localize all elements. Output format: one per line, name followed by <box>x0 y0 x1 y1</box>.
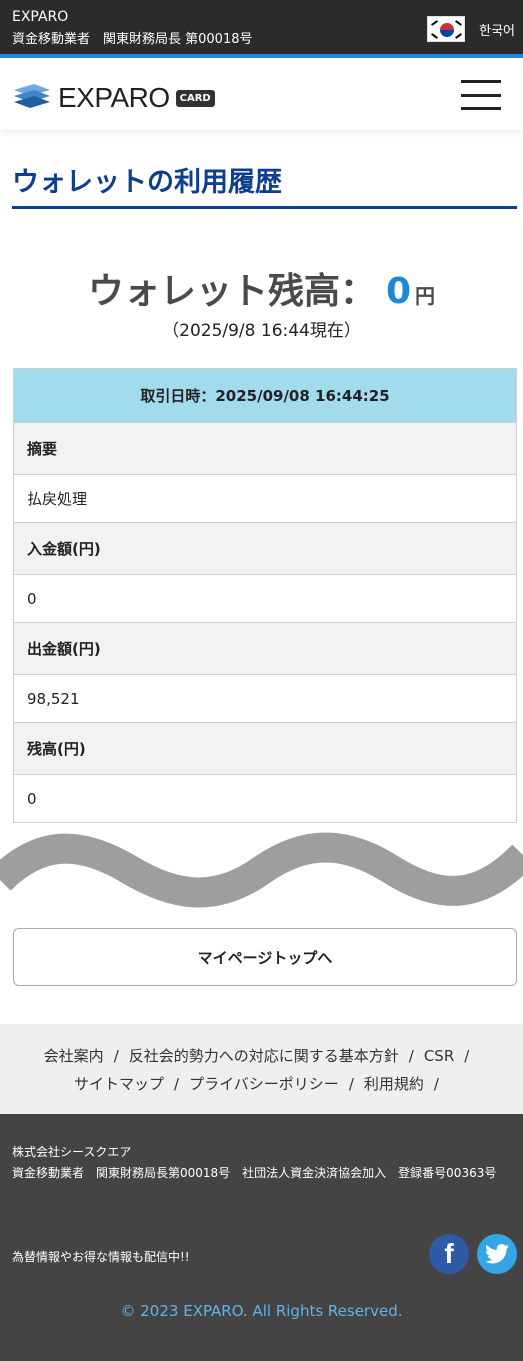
logo-stripes-icon <box>14 84 50 108</box>
facebook-icon[interactable]: f <box>429 1234 469 1274</box>
history-label-withdrawal: 出金額(円) <box>14 623 516 675</box>
logo-text: EXPARO <box>58 82 170 113</box>
footer-link-company[interactable]: 会社案内 <box>44 1047 104 1065</box>
footer-links: 会社案内 / 反社会的勢力への対応に関する基本方針 / CSR / サイトマップ / プライバ… <box>0 1024 523 1114</box>
footer-link-terms[interactable]: 利用規約 <box>364 1075 424 1093</box>
topbar-registration: 資金移動業者 関東財務局長 第00018号 <box>12 32 253 47</box>
language-label[interactable]: 한국어 <box>479 20 515 39</box>
top-bar: EXPARO 資金移動業者 関東財務局長 第00018号 한국어 <box>0 0 523 58</box>
page-title: ウォレットの利用履歴 <box>12 167 282 198</box>
footer-link-antisocial-policy[interactable]: 反社会的勢力への対応に関する基本方針 <box>129 1047 399 1065</box>
twitter-icon[interactable] <box>477 1234 517 1274</box>
mypage-top-button[interactable]: マイページトップへ <box>13 928 517 986</box>
balance-unit: 円 <box>415 284 436 308</box>
history-label-deposit: 入金額(円) <box>14 523 516 575</box>
language-switcher[interactable]: 한국어 <box>427 16 515 42</box>
company-info: 株式会社シースクエア 資金移動業者 関東財務局長第00018号 社団法人資金決済… <box>12 1142 517 1184</box>
footer-link-csr[interactable]: CSR <box>424 1047 454 1065</box>
site-header: EXPARO CARD <box>0 62 523 130</box>
hamburger-menu-icon[interactable] <box>461 80 501 110</box>
company-registration: 資金移動業者 関東財務局長第00018号 社団法人資金決済協会加入 登録番号00… <box>12 1166 497 1180</box>
balance-label: ウォレット残高： <box>87 271 376 312</box>
history-value-summary: 払戻処理 <box>14 475 516 523</box>
footer-link-privacy[interactable]: プライバシーポリシー <box>189 1075 339 1093</box>
history-value-balance: 0 <box>14 775 516 823</box>
balance-as-of: （2025/9/8 16:44現在） <box>162 321 361 341</box>
korea-flag-icon[interactable] <box>427 16 466 42</box>
company-name: 株式会社シースクエア <box>12 1145 132 1159</box>
site-footer: 株式会社シースクエア 資金移動業者 関東財務局長第00018号 社団法人資金決済… <box>0 1114 523 1361</box>
exparo-logo[interactable]: EXPARO CARD <box>14 82 215 114</box>
social-links: f <box>429 1234 517 1274</box>
history-value-withdrawal: 98,521 <box>14 675 516 723</box>
history-label-balance: 残高(円) <box>14 723 516 775</box>
footer-link-sitemap[interactable]: サイトマップ <box>74 1075 164 1093</box>
wallet-balance: ウォレット残高： 0 円 <box>0 262 523 314</box>
topbar-brand: EXPARO <box>12 9 69 25</box>
copyright: © 2023 EXPARO. All Rights Reserved. <box>120 1302 403 1320</box>
history-header: 取引日時：2025/09/08 16:44:25 <box>14 369 516 423</box>
history-value-deposit: 0 <box>14 575 516 623</box>
wave-divider <box>0 832 523 908</box>
balance-value: 0 <box>385 271 412 312</box>
title-underline <box>12 206 517 209</box>
history-table: 取引日時：2025/09/08 16:44:25 摘要 払戻処理 入金額(円) … <box>13 368 517 823</box>
newsletter-note: 為替情報やお得な情報も配信中!! <box>12 1250 190 1264</box>
history-label-summary: 摘要 <box>14 423 516 475</box>
logo-badge: CARD <box>175 89 215 107</box>
